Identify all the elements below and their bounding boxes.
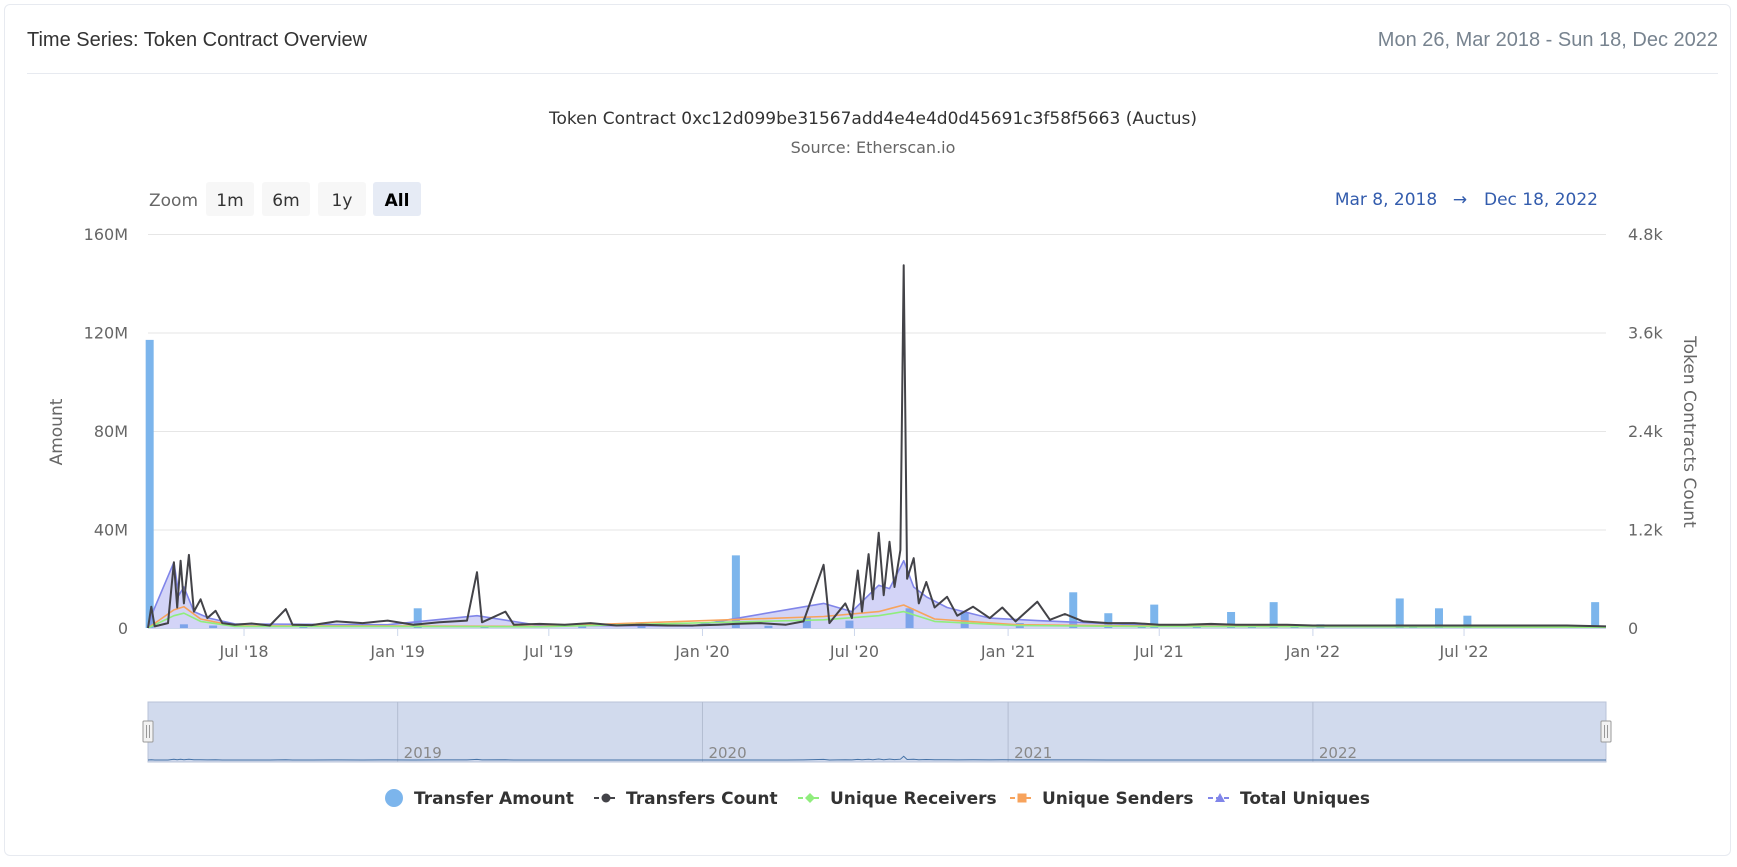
x-axis: Jul '18 Jan '19 Jul '19 Jan '20 Jul '20 Jan '…: [218, 628, 1489, 661]
navigator-handle-left[interactable]: [142, 720, 154, 743]
x-tick-label: Jul '21: [1134, 642, 1184, 661]
range-selector: Mar 8, 2018 → Dec 18, 2022: [1335, 190, 1598, 210]
y-right-tick-label: 1.2k: [1628, 521, 1663, 540]
y-axis-right: 0 1.2k 2.4k 3.6k 4.8k: [1628, 225, 1663, 638]
legend-item-transfers-count[interactable]: Transfers Count: [594, 789, 778, 809]
legend-label: Unique Senders: [1042, 789, 1194, 809]
zoom-button-label: All: [385, 191, 410, 211]
navigator-year-label: 2022: [1319, 744, 1357, 762]
legend-symbol-icon: [385, 789, 403, 807]
x-tick-label: Jul '20: [829, 642, 879, 661]
navigator-window[interactable]: [147, 701, 1607, 763]
range-arrow: →: [1453, 190, 1467, 210]
transfer-amount-bar[interactable]: [731, 555, 740, 628]
navigator-handle-right[interactable]: [1600, 720, 1612, 743]
x-tick-label: Jan '20: [674, 642, 730, 661]
transfer-amount-bar[interactable]: [1591, 602, 1600, 628]
grip-handle-icon: [1600, 720, 1612, 743]
y-axis-left: 0 40M 80M 120M 160M: [84, 225, 128, 638]
y-axis-left-title: Amount: [47, 398, 67, 465]
zoom-button-1m[interactable]: 1m: [206, 182, 254, 216]
legend-item-unique-senders[interactable]: Unique Senders: [1010, 789, 1194, 809]
legend-item-total-uniques[interactable]: Total Uniques: [1208, 789, 1370, 809]
transfer-amount-bar[interactable]: [145, 339, 154, 628]
x-tick-label: Jan '19: [369, 642, 425, 661]
range-to-input[interactable]: Dec 18, 2022: [1484, 190, 1598, 210]
legend-item-unique-receivers[interactable]: Unique Receivers: [798, 789, 997, 809]
y-left-tick-label: 80M: [94, 422, 128, 441]
zoom-label: Zoom: [149, 191, 198, 211]
y-left-tick-label: 40M: [94, 521, 128, 540]
y-right-tick-label: 0: [1628, 619, 1638, 638]
zoom-button-6m[interactable]: 6m: [262, 182, 310, 216]
navigator-year-label: 2019: [404, 744, 442, 762]
total-uniques-area: [148, 560, 1606, 628]
legend-label: Transfer Amount: [414, 789, 574, 809]
zoom-button-1y[interactable]: 1y: [318, 182, 366, 216]
x-tick-label: Jan '22: [1285, 642, 1341, 661]
zoom-button-label: 1y: [332, 191, 353, 211]
zoom-button-label: 6m: [272, 191, 299, 211]
navigator[interactable]: 2019 2020 2021 2022: [142, 701, 1612, 763]
x-tick-label: Jul '18: [218, 642, 268, 661]
y-right-tick-label: 4.8k: [1628, 225, 1663, 244]
y-left-tick-label: 120M: [84, 324, 128, 343]
legend-marker-icon: [805, 793, 815, 803]
grip-handle-icon: [142, 720, 154, 743]
chart-subtitle: Source: Etherscan.io: [791, 138, 956, 157]
legend: Transfer Amount Transfers Count Unique Rec…: [385, 789, 1370, 809]
x-tick-label: Jul '22: [1438, 642, 1488, 661]
chart-title: Token Contract 0xc12d099be31567add4e4e4d…: [548, 109, 1197, 129]
zoom-button-label: 1m: [216, 191, 243, 211]
legend-label: Transfers Count: [626, 789, 778, 809]
x-tick-label: Jan '21: [980, 642, 1036, 661]
transfer-amount-bar[interactable]: [1395, 598, 1404, 628]
legend-label: Total Uniques: [1240, 789, 1370, 809]
y-axis-right-title: Token Contracts Count: [1679, 335, 1699, 528]
y-left-tick-label: 160M: [84, 225, 128, 244]
series-lines: [147, 264, 1607, 629]
timeseries-chart: Token Contract 0xc12d099be31567add4e4e4d…: [47, 109, 1699, 809]
y-left-tick-label: 0: [118, 619, 128, 638]
legend-label: Unique Receivers: [830, 789, 997, 809]
x-tick-label: Jul '19: [523, 642, 573, 661]
transfers-count-line[interactable]: [147, 264, 1607, 629]
y-right-tick-label: 3.6k: [1628, 324, 1663, 343]
y-right-tick-label: 2.4k: [1628, 422, 1663, 441]
zoom-button-all[interactable]: All: [373, 182, 421, 216]
legend-marker-icon: [1017, 793, 1027, 803]
legend-item-transfer-amount[interactable]: Transfer Amount: [385, 789, 574, 809]
legend-marker-icon: [601, 793, 611, 803]
range-from-input[interactable]: Mar 8, 2018: [1335, 190, 1437, 210]
zoom-controls: Zoom 1m 6m 1y All: [149, 182, 421, 216]
navigator-year-label: 2020: [708, 744, 746, 762]
grid-lines: [148, 234, 1606, 629]
